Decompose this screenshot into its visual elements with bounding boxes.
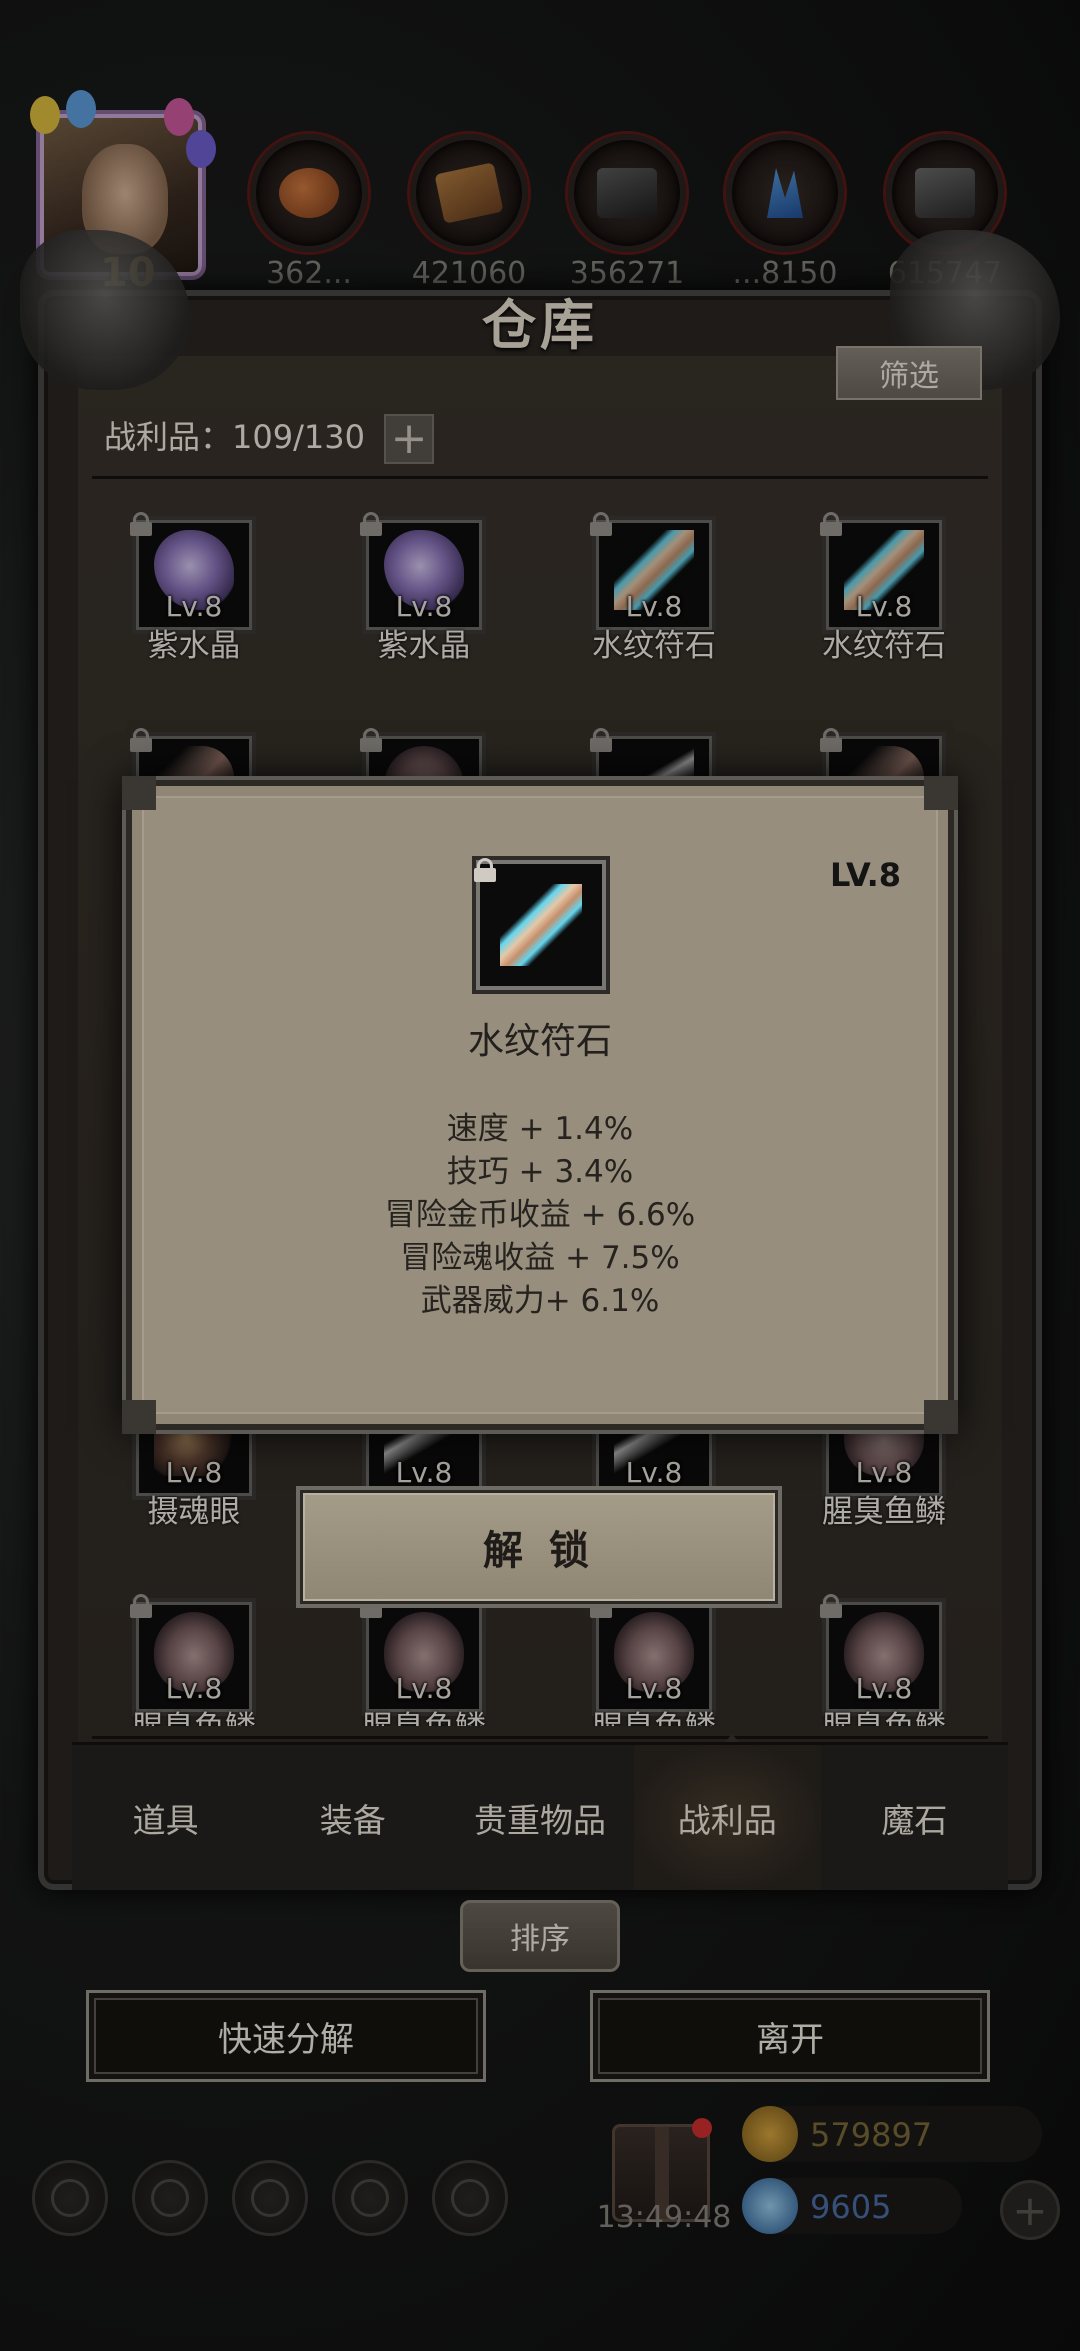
item-name: 水纹符石 [467, 1021, 612, 1062]
stat-line: 冒险魂收益 + 7.5% [400, 1240, 680, 1276]
corner-ornament [122, 776, 156, 810]
stat-line: 技巧 + 3.4% [446, 1154, 634, 1190]
corner-ornament [924, 776, 958, 810]
lock-icon [474, 858, 496, 882]
item-detail-popup: LV.8 水纹符石 速度 + 1.4% 技巧 + 3.4% 冒险金币收益 + 6… [122, 776, 958, 1434]
corner-ornament [924, 1400, 958, 1434]
item-level: LV.8 [830, 856, 902, 894]
stat-line: 武器威力+ 6.1% [420, 1283, 660, 1319]
unlock-button[interactable]: 解 锁 [300, 1490, 778, 1604]
unlock-label: 解 锁 [483, 1528, 595, 1574]
stat-line: 速度 + 1.4% [446, 1111, 634, 1147]
item-stats: 速度 + 1.4% 技巧 + 3.4% 冒险金币收益 + 6.6% 冒险魂收益 … [132, 1108, 948, 1323]
corner-ornament [122, 1400, 156, 1434]
runestone-icon [500, 884, 582, 966]
stat-line: 冒险金币收益 + 6.6% [384, 1197, 696, 1233]
